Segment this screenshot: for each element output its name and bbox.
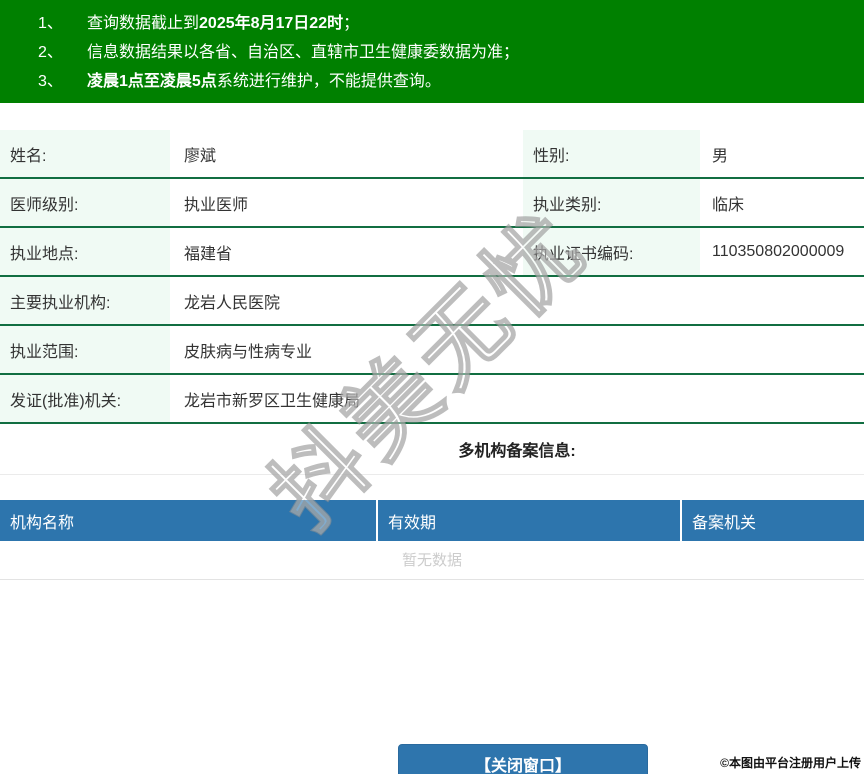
notice-line-number: 1、 — [38, 15, 63, 32]
notice-banner: 1、 查询数据截止到2025年8月17日22时； 2、 信息数据结果以各省、自治区、… — [0, 0, 864, 103]
notice-line-1: 1、 查询数据截止到2025年8月17日22时； — [38, 9, 864, 38]
field-value-level: 执业医师 — [184, 196, 249, 214]
close-window-button[interactable]: 【关闭窗口】 — [398, 744, 648, 774]
field-label: 姓名: — [0, 130, 170, 177]
info-row-practice-scope: 执业范围: 皮肤病与性病专业 — [0, 326, 864, 375]
upload-attribution-note: ©本图由平台注册用户上传 — [720, 756, 861, 770]
notice-line-number: 3、 — [38, 73, 63, 90]
records-col-header-institution: 机构名称 — [10, 514, 75, 532]
info-row-issuing-authority: 发证(批准)机关: 龙岩市新罗区卫生健康局 — [0, 375, 864, 424]
field-value-category: 临床 — [712, 196, 745, 214]
multi-institution-section-title: 多机构备案信息: — [0, 423, 864, 475]
field-label: 执业证书编码: — [523, 228, 700, 275]
field-value-practice-scope: 皮肤病与性病专业 — [184, 343, 313, 361]
field-value-issuing-authority: 龙岩市新罗区卫生健康局 — [184, 392, 361, 410]
records-empty-placeholder: 暂无数据 — [0, 541, 864, 580]
notice-text: ； — [343, 15, 360, 32]
notice-line-2: 2、 信息数据结果以各省、自治区、直辖市卫生健康委数据为准； — [38, 38, 864, 67]
notice-line-number: 2、 — [38, 44, 63, 61]
records-col-header-validity: 有效期 — [376, 500, 680, 541]
notice-line-3: 3、 凌晨1点至凌晨5点系统进行维护，不能提供查询。 — [38, 67, 864, 96]
field-label: 主要执业机构: — [0, 277, 170, 324]
field-label: 医师级别: — [0, 179, 170, 226]
field-label: 执业地点: — [0, 228, 170, 275]
field-value-name: 廖斌 — [184, 147, 217, 165]
field-value-certificate-number: 110350802000009 — [712, 242, 845, 260]
field-label: 发证(批准)机关: — [0, 375, 170, 422]
physician-query-result-page: 1、 查询数据截止到2025年8月17日22时； 2、 信息数据结果以各省、自治区、… — [0, 0, 864, 774]
notice-text-bold: 凌晨1点至凌晨5点 — [87, 73, 217, 90]
records-header-row: 机构名称 有效期 备案机关 — [0, 500, 864, 541]
info-row-level-category: 医师级别: 执业医师 执业类别: 临床 — [0, 179, 864, 228]
info-row-main-institution: 主要执业机构: 龙岩人民医院 — [0, 277, 864, 326]
notice-text-bold: 2025年8月17日22时 — [199, 15, 344, 32]
field-value-location: 福建省 — [184, 245, 233, 263]
field-label: 执业范围: — [0, 326, 170, 373]
notice-text: 信息数据结果以各省、自治区、直辖市卫生健康委数据为准； — [87, 44, 520, 61]
field-value-main-institution: 龙岩人民医院 — [184, 294, 281, 312]
physician-info-table: 姓名: 廖斌 性别: 男 医师级别: 执业医师 执业类别: 临床 执业地点: 福… — [0, 130, 864, 424]
field-label: 执业类别: — [523, 179, 700, 226]
notice-text: 系统进行维护，不能提供查询。 — [216, 73, 441, 90]
info-row-location-certno: 执业地点: 福建省 执业证书编码: 110350802000009 — [0, 228, 864, 277]
notice-text: 查询数据截止到 — [87, 15, 200, 32]
info-row-name-gender: 姓名: 廖斌 性别: 男 — [0, 130, 864, 179]
records-col-header-authority: 备案机关 — [680, 500, 864, 541]
field-label: 性别: — [523, 130, 700, 177]
records-table: 机构名称 有效期 备案机关 暂无数据 — [0, 500, 864, 580]
field-value-gender: 男 — [712, 147, 729, 165]
